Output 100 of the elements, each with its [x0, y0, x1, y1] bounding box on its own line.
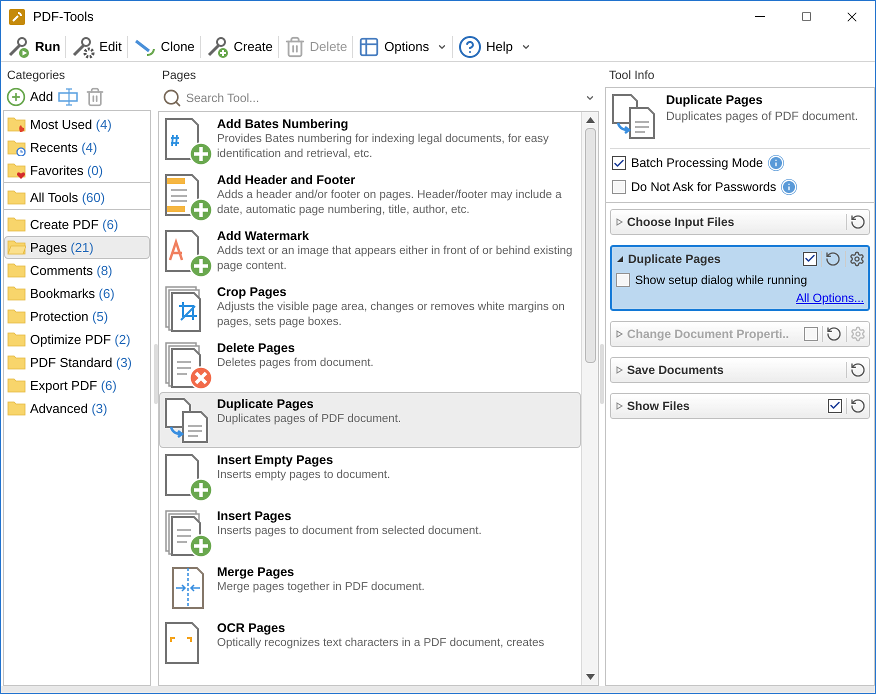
- search-field[interactable]: Search Tool...: [186, 88, 581, 106]
- category-item[interactable]: Export PDF (6): [4, 374, 150, 397]
- info-icon: [781, 179, 798, 196]
- trash-icon: [85, 87, 106, 107]
- tool-description: Inserts pages to document from selected document.: [217, 524, 482, 539]
- tool-title: Add Header and Footer: [217, 172, 356, 188]
- tool-title: Duplicate Pages: [666, 92, 764, 108]
- reset-icon[interactable]: [821, 250, 841, 266]
- checkbox-label: Batch Processing Mode: [631, 155, 764, 172]
- pages-delete-icon: [163, 340, 213, 390]
- scroll-down-icon[interactable]: [586, 674, 594, 680]
- tool-description: Adds text or an image that appears either in front of or behind existing page content.: [217, 244, 574, 274]
- tool-description: Optically recognizes text characters in a PDF document, creates: [217, 636, 544, 651]
- tool-title: Add Bates Numbering: [217, 116, 350, 132]
- add-button[interactable]: Add: [6, 87, 54, 107]
- reset-icon[interactable]: [846, 362, 866, 378]
- settings-icon[interactable]: [845, 250, 865, 266]
- folder-icon: [7, 331, 26, 348]
- category-item[interactable]: Most Used (4): [4, 113, 150, 136]
- tool-description: Merge pages together in PDF document.: [217, 580, 425, 595]
- step-panel[interactable]: Duplicate Pages Show setup dialog while running All Options...: [610, 244, 870, 310]
- folder-clock-icon: [7, 139, 26, 156]
- toolbar-button[interactable]: Create: [204, 34, 275, 58]
- all-options-link[interactable]: All Options...: [796, 288, 864, 306]
- checkbox-label: Do Not Ask for Passwords: [631, 178, 776, 196]
- tool-item[interactable]: Add Header and Footer Adds a header and/or footer on pages. Header/footer may include a date, automatic page numbering, title, author, etc.: [159, 168, 581, 224]
- delete-button[interactable]: [85, 87, 106, 107]
- reset-icon[interactable]: [846, 398, 866, 414]
- expand-icon[interactable]: [616, 402, 623, 410]
- open-folder-icon: [7, 239, 26, 256]
- toolbar-button[interactable]: Run: [5, 34, 62, 58]
- checkbox[interactable]: [616, 272, 630, 286]
- category-item[interactable]: Bookmarks (6): [4, 282, 150, 305]
- category-item[interactable]: Favorites (0): [4, 159, 150, 182]
- collapse-icon[interactable]: [617, 254, 624, 262]
- tool-item[interactable]: Add Watermark Adds text or an image that appears either in front of or behind existing page content.: [159, 224, 581, 280]
- tool-title: Duplicate Pages: [217, 396, 315, 412]
- category-item[interactable]: Optimize PDF (2): [4, 328, 150, 351]
- splitter-handle[interactable]: [154, 344, 158, 404]
- scroll-up-icon[interactable]: [586, 117, 594, 123]
- toolbar-button[interactable]: Edit: [69, 34, 124, 58]
- tool-description: Duplicates pages of PDF document.: [217, 412, 402, 427]
- reset-icon[interactable]: [846, 214, 866, 230]
- folder-icon: [7, 189, 26, 206]
- step-panel[interactable]: Save Documents: [610, 356, 870, 382]
- tool-item[interactable]: Add Bates Numbering Provides Bates numbering for indexing legal documents, for easy identification and retrieval, etc.: [159, 112, 581, 168]
- tool-item[interactable]: Merge Pages Merge pages together in PDF document.: [159, 560, 581, 616]
- tool-item[interactable]: Insert Empty Pages Inserts empty pages to document.: [159, 448, 581, 504]
- toolbar-button[interactable]: Clone: [130, 34, 197, 58]
- category-item[interactable]: All Tools (60): [4, 186, 150, 209]
- folder-icon: [7, 354, 26, 371]
- folder-flame-icon: [7, 116, 26, 133]
- tool-description: Duplicates pages of PDF document.: [666, 108, 858, 124]
- info-icon: [768, 155, 784, 172]
- category-item[interactable]: Recents (4): [4, 136, 150, 159]
- tool-description: Deletes pages from document.: [217, 356, 374, 371]
- expand-icon[interactable]: [616, 218, 623, 226]
- checkbox[interactable]: [612, 180, 626, 194]
- category-item[interactable]: Advanced (3): [4, 397, 150, 420]
- help-icon: [458, 34, 482, 58]
- step-checkbox[interactable]: [803, 252, 817, 266]
- category-item[interactable]: Protection (5): [4, 305, 150, 328]
- tool-item[interactable]: Duplicate Pages Duplicates pages of PDF document.: [159, 392, 581, 448]
- tool-description: Adjusts the visible page area, changes or removes white margins on pages, sets page boxes.: [217, 300, 566, 330]
- page-hash-plus-icon: [163, 116, 213, 166]
- category-item[interactable]: Comments (8): [4, 259, 150, 282]
- step-panel[interactable]: Show Files: [610, 392, 870, 418]
- scrollbar[interactable]: [581, 112, 598, 685]
- step-checkbox[interactable]: [828, 398, 842, 412]
- window-title: PDF-Tools: [33, 8, 94, 26]
- toolbar-button[interactable]: Options: [356, 36, 450, 58]
- tool-item[interactable]: Insert Pages Inserts pages to document from selected document.: [159, 504, 581, 560]
- category-item[interactable]: Create PDF (6): [4, 213, 150, 236]
- folder-icon: [7, 308, 26, 325]
- page-header-plus-icon: [163, 172, 213, 222]
- search-icon: [162, 88, 182, 108]
- plus-icon: [6, 87, 26, 107]
- step-title: Save Documents: [627, 362, 724, 378]
- checkbox[interactable]: [612, 156, 626, 170]
- wrench-plus-icon: [206, 34, 230, 58]
- options-icon: [358, 36, 380, 58]
- tool-item[interactable]: Delete Pages Deletes pages from document.: [159, 336, 581, 392]
- tool-description: Inserts empty pages to document.: [217, 468, 390, 483]
- app-logo-icon: [9, 8, 25, 24]
- maximize-icon: [800, 11, 812, 22]
- expand-icon[interactable]: [616, 366, 623, 374]
- tool-title: OCR Pages: [217, 620, 286, 636]
- tool-title: Insert Empty Pages: [217, 452, 334, 468]
- folder-icon: [7, 377, 26, 394]
- tool-item[interactable]: OCR Pages Optically recognizes text characters in a PDF document, creates: [159, 616, 581, 672]
- tool-item[interactable]: Crop Pages Adjusts the visible page area, changes or removes white margins on pages, sets page boxes.: [159, 280, 581, 336]
- category-item[interactable]: Pages (21): [4, 236, 150, 259]
- toolbar-button[interactable]: Help: [456, 34, 533, 58]
- category-item[interactable]: PDF Standard (3): [4, 351, 150, 374]
- pages-plus-icon: [163, 508, 213, 558]
- panel-title: Tool Info: [608, 67, 656, 84]
- splitter-handle[interactable]: [600, 344, 604, 404]
- tool-description: Provides Bates numbering for indexing legal documents, for easy identification and retrieval, etc.: [217, 132, 550, 162]
- panel-title: Categories: [6, 67, 66, 84]
- step-panel[interactable]: Choose Input Files: [610, 208, 870, 234]
